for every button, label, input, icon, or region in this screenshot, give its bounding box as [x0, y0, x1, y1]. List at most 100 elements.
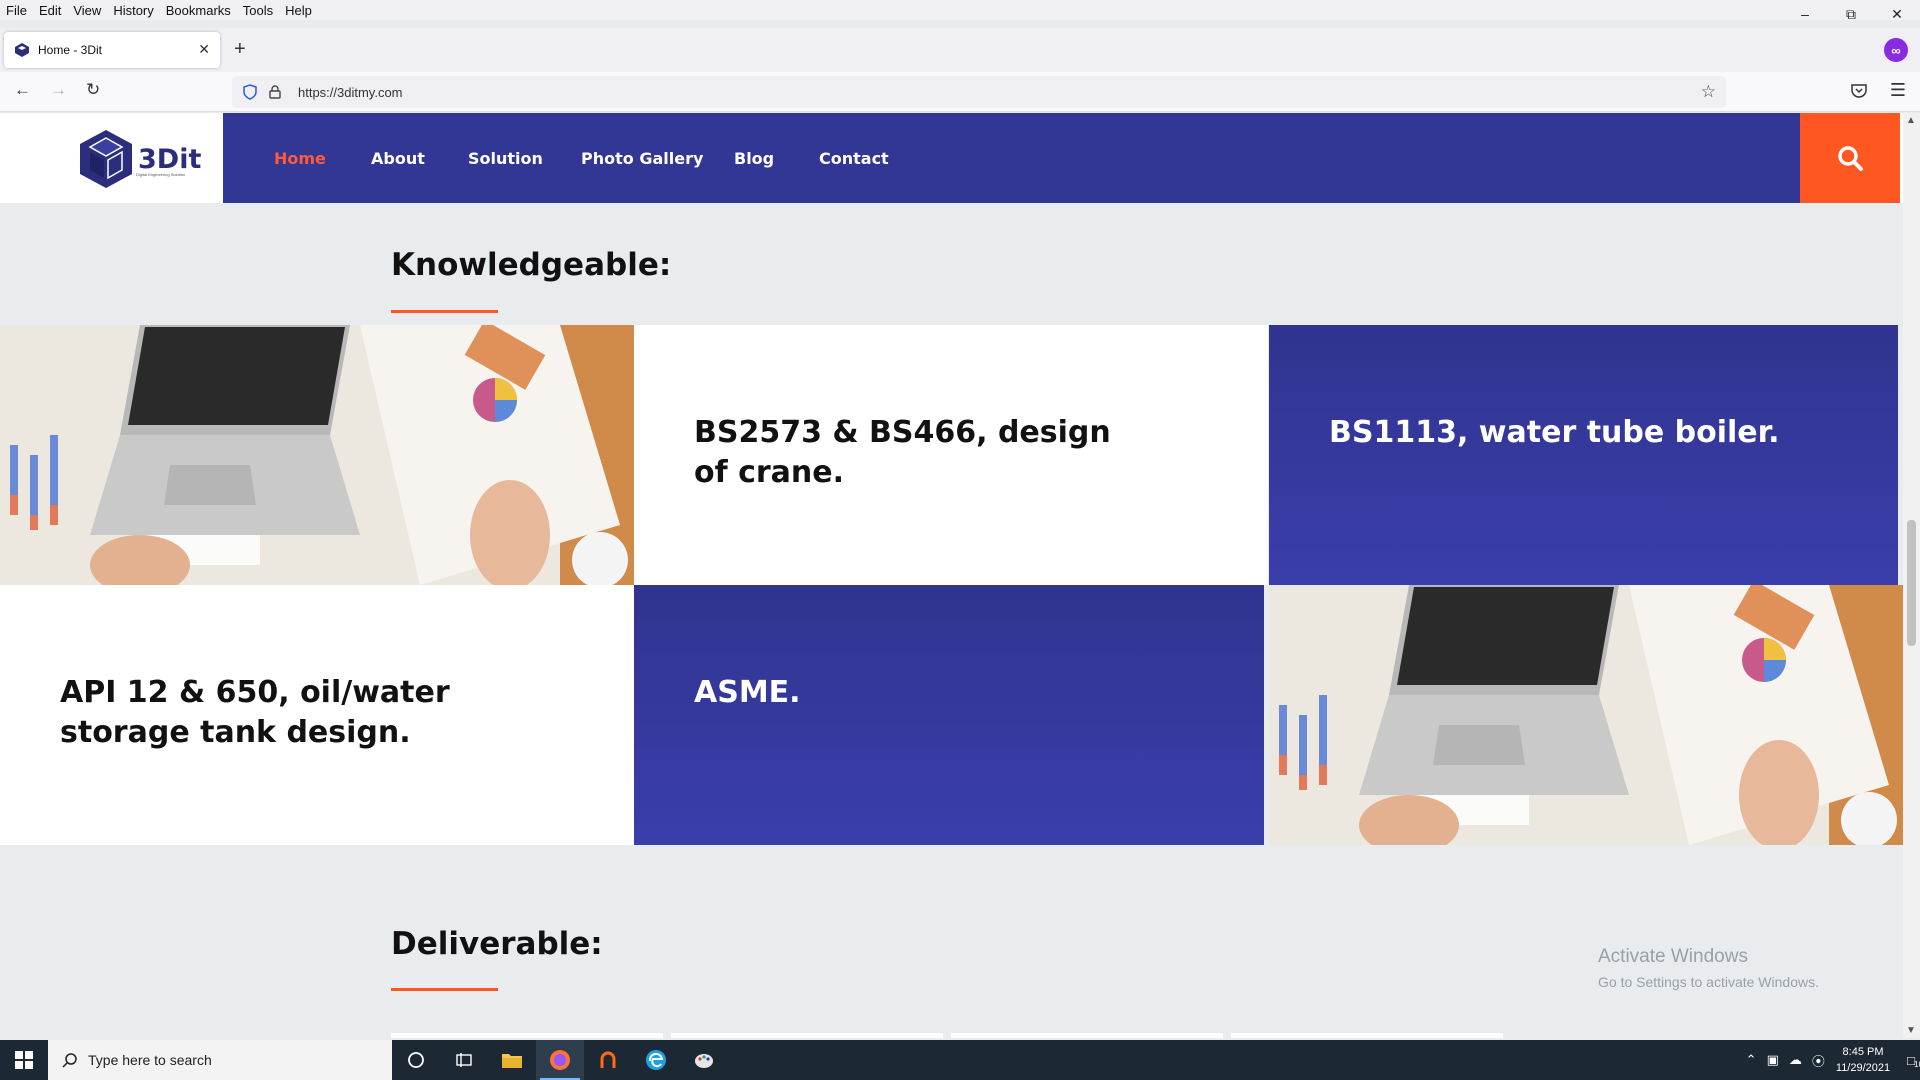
knowledge-tile-storage-tank: API 12 & 650, oil/water storage tank des…: [0, 585, 634, 845]
url-text: https://3ditmy.com: [298, 84, 403, 100]
taskbar-search-box[interactable]: Type here to search: [48, 1040, 392, 1080]
section-title-deliverable: Deliverable:: [391, 926, 603, 962]
nav-contact[interactable]: Contact: [819, 149, 889, 168]
notification-count: 10: [1914, 1059, 1920, 1069]
edge-taskbar-button[interactable]: [632, 1040, 680, 1080]
menu-bookmarks[interactable]: Bookmarks: [160, 3, 237, 18]
site-search-button[interactable]: [1800, 113, 1900, 203]
office-laptop-photo-2: [1269, 585, 1903, 845]
clock-date: 11/29/2021: [1835, 1062, 1891, 1074]
extension-icon[interactable]: ∞: [1884, 38, 1908, 62]
windows-logo-icon: [15, 1051, 33, 1069]
deliverable-card: [951, 1033, 1223, 1038]
notification-center-icon[interactable]: □10: [1907, 1053, 1920, 1069]
clock-time: 8:45 PM: [1842, 1046, 1884, 1058]
back-arrow-icon[interactable]: ←: [14, 80, 31, 100]
tab-title: Home - 3Dit: [38, 43, 103, 57]
show-hidden-icons-chevron-icon[interactable]: ⌃: [1746, 1052, 1757, 1068]
menu-tools[interactable]: Tools: [237, 3, 279, 18]
watermark-line-2: Go to Settings to activate Windows.: [1598, 974, 1819, 990]
minimize-button[interactable]: –: [1782, 0, 1828, 28]
menu-file[interactable]: File: [0, 3, 33, 18]
page-viewport: 3Dit Digital Engineering Solution Home A…: [0, 113, 1920, 1038]
scrollbar-thumb[interactable]: [1907, 520, 1916, 646]
system-tray: ⌃ ▣ ☁ ⦿ 8:45 PM 11/29/2021 □10: [1741, 1040, 1920, 1080]
taskbar-clock[interactable]: 8:45 PM 11/29/2021: [1836, 1044, 1890, 1076]
main-navigation: Home About Solution Photo Gallery Blog C…: [223, 113, 1800, 203]
firefox-icon: [550, 1050, 570, 1070]
logo-subtitle: Digital Engineering Solution: [136, 172, 186, 177]
paint-taskbar-button[interactable]: [680, 1040, 728, 1080]
logo-text: 3Dit: [138, 143, 202, 175]
knowledge-tile-boiler: BS1113, water tube boiler.: [1269, 325, 1898, 585]
cortana-circle-icon: [408, 1052, 424, 1068]
restore-button[interactable]: ⧉: [1828, 0, 1874, 28]
cortana-button[interactable]: [392, 1040, 440, 1080]
nav-blog[interactable]: Blog: [734, 149, 774, 168]
file-explorer-button[interactable]: [488, 1040, 536, 1080]
knowledge-text-asme: ASME.: [694, 675, 801, 710]
section-title-knowledgeable: Knowledgeable:: [391, 247, 672, 283]
taskbar-search-icon: [62, 1053, 77, 1068]
forward-arrow-icon[interactable]: →: [50, 80, 67, 100]
scroll-down-arrow-icon[interactable]: ▼: [1906, 1025, 1916, 1036]
knowledge-text-boiler: BS1113, water tube boiler.: [1329, 415, 1780, 450]
watermark-line-1: Activate Windows: [1598, 946, 1748, 967]
network-warning-icon[interactable]: ☁: [1789, 1052, 1802, 1068]
task-view-icon: [456, 1053, 472, 1067]
address-bar[interactable]: https://3ditmy.com ☆: [232, 76, 1726, 108]
page-scrollbar[interactable]: ▲ ▼: [1903, 113, 1920, 1038]
menu-history[interactable]: History: [107, 3, 159, 18]
task-view-button[interactable]: [440, 1040, 488, 1080]
close-tab-icon[interactable]: ✕: [198, 41, 210, 58]
meet-now-icon[interactable]: ▣: [1767, 1052, 1779, 1068]
nav-home[interactable]: Home: [274, 149, 326, 168]
paint-palette-icon: [695, 1054, 713, 1068]
section-underline: [391, 310, 498, 313]
navigation-toolbar: ← → ↻ https://3ditmy.com ☆ ☰: [0, 72, 1920, 112]
start-button[interactable]: [0, 1040, 48, 1080]
tab-bar: Home - 3Dit ✕ + ∞: [0, 28, 1920, 72]
window-controls: – ⧉ ✕: [1782, 0, 1920, 28]
app-menu-icon[interactable]: ☰: [1890, 80, 1906, 101]
app-orange-button[interactable]: [584, 1040, 632, 1080]
site-logo[interactable]: 3Dit Digital Engineering Solution: [78, 128, 204, 190]
menu-edit[interactable]: Edit: [33, 3, 67, 18]
menu-bar: File Edit View History Bookmarks Tools H…: [0, 0, 1920, 20]
tracking-shield-icon[interactable]: [242, 84, 258, 100]
close-window-button[interactable]: ✕: [1874, 0, 1920, 28]
search-icon: [1838, 146, 1863, 171]
deliverable-card: [1231, 1033, 1503, 1038]
deliverable-card: [671, 1033, 943, 1038]
site-header: 3Dit Digital Engineering Solution Home A…: [0, 113, 1903, 203]
office-photo-tile-2: [1269, 585, 1903, 845]
reload-icon[interactable]: ↻: [86, 80, 100, 100]
firefox-taskbar-button[interactable]: [536, 1040, 584, 1080]
folder-icon: [502, 1054, 522, 1068]
office-photo-tile: [0, 325, 634, 585]
activate-windows-watermark: Activate Windows Go to Settings to activ…: [1598, 946, 1819, 990]
knowledge-text-storage-tank: API 12 & 650, oil/water storage tank des…: [60, 675, 450, 750]
scroll-up-arrow-icon[interactable]: ▲: [1906, 115, 1916, 126]
edge-icon: [646, 1050, 666, 1070]
office-laptop-photo: [0, 325, 634, 585]
site-favicon-icon: [15, 43, 29, 57]
knowledge-tile-crane: BS2573 & BS466, design of crane.: [634, 325, 1268, 585]
horseshoe-app-icon: [600, 1051, 616, 1068]
logo-cube-icon: [80, 130, 132, 188]
menu-view[interactable]: View: [67, 3, 107, 18]
nav-about[interactable]: About: [371, 149, 425, 168]
bookmark-star-icon[interactable]: ☆: [1701, 82, 1716, 102]
tab-home[interactable]: Home - 3Dit ✕: [4, 32, 220, 68]
deliverable-card: [391, 1033, 663, 1038]
knowledge-text-crane: BS2573 & BS466, design of crane.: [694, 415, 1111, 490]
section-underline-2: [391, 988, 498, 991]
menu-help[interactable]: Help: [279, 3, 318, 18]
new-tab-button[interactable]: +: [234, 39, 246, 59]
lock-icon[interactable]: [268, 85, 282, 99]
nav-photo-gallery[interactable]: Photo Gallery: [581, 149, 703, 168]
pocket-icon[interactable]: [1850, 82, 1868, 100]
nav-solution[interactable]: Solution: [468, 149, 543, 168]
wifi-icon[interactable]: ⦿: [1812, 1051, 1825, 1070]
windows-taskbar: Type here to search ⌃ ▣ ☁ ⦿ 8:45 PM 11/2…: [0, 1040, 1920, 1080]
